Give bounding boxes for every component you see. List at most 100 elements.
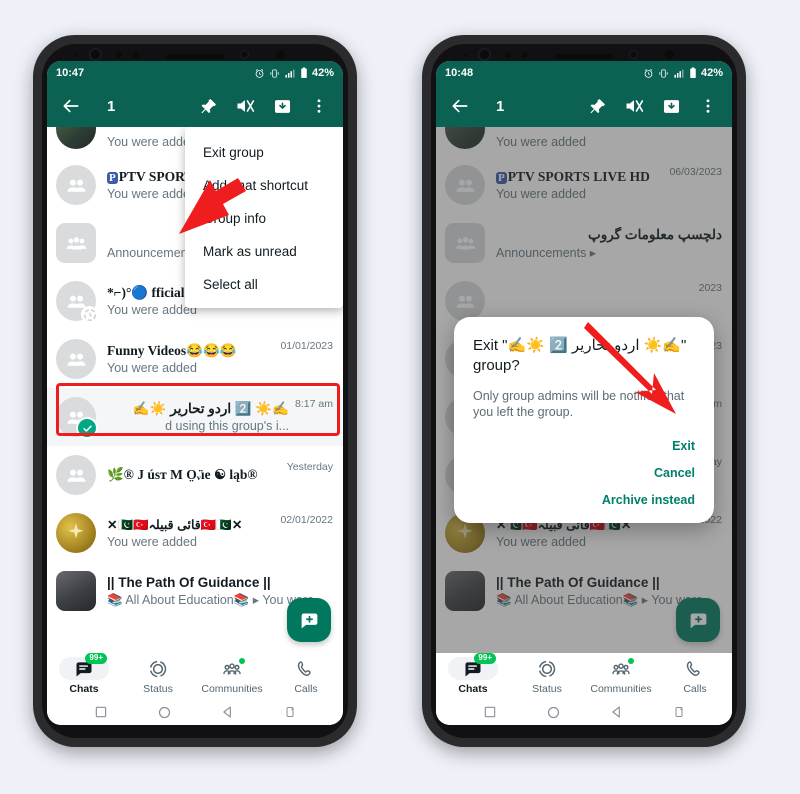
list-item-selected[interactable]: ✍️☀️ 2️⃣ اردو تحاریر ☀️✍️ d using this g… [47, 388, 343, 446]
rotate-icon[interactable] [673, 705, 685, 719]
list-item-time: Yesterday [286, 461, 333, 473]
selection-count: 1 [496, 97, 505, 115]
status-pill [133, 657, 183, 680]
menu-item-exit-group[interactable]: Exit group [185, 136, 343, 169]
status-bar: 10:47 42% [47, 61, 343, 85]
back-icon[interactable] [610, 705, 624, 719]
menu-item-group-info[interactable]: Group info [185, 202, 343, 235]
avatar [56, 223, 96, 263]
communities-pill [207, 657, 257, 680]
nav-item-status[interactable]: Status [510, 657, 584, 695]
avatar [56, 397, 98, 439]
list-item-text: ✍️☀️ 2️⃣ اردو تحاریر ☀️✍️ d using this g… [107, 401, 289, 433]
archive-icon[interactable] [657, 92, 685, 120]
bottom-navigation[interactable]: 99+ Chats Status Communities Calls [436, 653, 732, 699]
cancel-button[interactable]: Cancel [654, 466, 695, 480]
chats-pill: 99+ [59, 653, 109, 680]
selection-count: 1 [107, 97, 116, 115]
home-icon[interactable] [546, 705, 561, 720]
avatar [56, 455, 96, 495]
nav-item-communities[interactable]: Communities [195, 657, 269, 695]
list-item-time: 02/01/2022 [280, 514, 333, 526]
chat-list[interactable]: You were added PPTV SPORTS LIVE HD You w… [47, 127, 343, 653]
status-icon [149, 660, 167, 677]
calls-pill [670, 657, 720, 680]
recents-icon[interactable] [94, 705, 108, 719]
list-item-title: ✕🇵🇰🇹🇷قائی قبیلہ🇹🇷🇵🇰✕ [107, 518, 243, 532]
status-bar-time: 10:48 [445, 67, 474, 79]
menu-item-select-all[interactable]: Select all [185, 268, 343, 301]
menu-item-mark-as-unread[interactable]: Mark as unread [185, 235, 343, 268]
nav-label-calls: Calls [683, 683, 707, 695]
nav-label-chats: Chats [69, 683, 99, 695]
battery-percent: 42% [311, 67, 334, 79]
battery-icon [690, 67, 696, 78]
new-chat-fab[interactable] [287, 598, 331, 642]
nav-item-chats[interactable]: 99+ Chats [47, 653, 121, 695]
list-item-time: 01/01/2023 [280, 340, 333, 352]
battery-percent: 42% [700, 67, 723, 79]
chats-unread-badge: 99+ [85, 653, 107, 664]
home-icon[interactable] [157, 705, 172, 720]
chat-list[interactable]: You were added PPTV SPORTS LIVE HD You w… [436, 127, 732, 653]
system-navigation-bar[interactable] [436, 699, 732, 725]
overflow-dropdown-menu[interactable]: Exit group Add chat shortcut Group info … [185, 127, 343, 308]
list-item-time: 8:17 am [295, 398, 333, 410]
avatar [56, 127, 96, 149]
dialog-title: Exit "✍️☀️ 2️⃣ اردو تحاریر ☀️✍️" group? [473, 337, 687, 375]
screenshot-stage: 10:47 42% 1 You were added P PTV SPORTS … [0, 0, 800, 794]
status-bar-icons: 42% [254, 67, 334, 79]
back-arrow-icon[interactable] [57, 92, 85, 120]
right-phone-frame: 10:48 42% 1 You were added P PTV SPORTS … [422, 35, 746, 747]
list-item-text: 🌿® J úsт M O̤ᵥ̈ıe ☯ ląb® [107, 467, 281, 483]
dialog-body: Only group admins will be notified that … [473, 388, 685, 420]
recents-icon[interactable] [483, 705, 497, 719]
calls-pill [281, 657, 331, 680]
list-item-text: ✕🇵🇰🇹🇷قائی قبیلہ🇹🇷🇵🇰✕ You were added [107, 517, 274, 549]
bottom-bar: 99+ Chats Status Communities Calls [47, 653, 343, 725]
rotate-icon[interactable] [284, 705, 296, 719]
vibrate-icon [659, 68, 668, 78]
list-item-title: || The Path Of Guidance || [107, 574, 271, 590]
avatar [56, 281, 98, 323]
nav-item-calls[interactable]: Calls [269, 657, 343, 695]
back-arrow-icon[interactable] [446, 92, 474, 120]
archive-instead-button[interactable]: Archive instead [602, 493, 695, 507]
pin-icon[interactable] [583, 92, 611, 120]
overflow-menu-icon[interactable] [694, 92, 722, 120]
communities-dot-badge [628, 658, 634, 664]
nav-item-communities[interactable]: Communities [584, 657, 658, 695]
nav-label-chats: Chats [458, 683, 488, 695]
earpiece-speaker [555, 54, 613, 59]
overflow-menu-icon[interactable] [305, 92, 333, 120]
list-item[interactable]: ✕🇵🇰🇹🇷قائی قبیلہ🇹🇷🇵🇰✕ You were added 02/0… [47, 504, 343, 562]
front-camera-icon [89, 48, 102, 61]
chats-unread-badge: 99+ [474, 653, 496, 664]
list-item[interactable]: Funny Videos😂😂😂 You were added 01/01/202… [47, 330, 343, 388]
nav-item-calls[interactable]: Calls [658, 657, 732, 695]
nav-item-chats[interactable]: 99+ Chats [436, 653, 510, 695]
mute-icon[interactable] [620, 92, 648, 120]
status-bar-time: 10:47 [56, 67, 85, 79]
back-icon[interactable] [221, 705, 235, 719]
earpiece-speaker [166, 54, 224, 59]
selected-check-icon [76, 417, 98, 439]
mute-icon[interactable] [231, 92, 259, 120]
archive-icon[interactable] [268, 92, 296, 120]
exit-button[interactable]: Exit [672, 439, 695, 453]
bottom-navigation[interactable]: 99+ Chats Status Communities Calls [47, 653, 343, 699]
list-item[interactable]: 🌿® J úsт M O̤ᵥ̈ıe ☯ ląb® Yesterday [47, 446, 343, 504]
calls-icon [686, 660, 700, 676]
avatar [56, 165, 96, 205]
bottom-bar: 99+ Chats Status Communities Calls [436, 653, 732, 725]
nav-item-status[interactable]: Status [121, 657, 195, 695]
left-phone-frame: 10:47 42% 1 You were added P PTV SPORTS … [33, 35, 357, 747]
menu-item-add-chat-shortcut[interactable]: Add chat shortcut [185, 169, 343, 202]
exit-group-dialog: Exit "✍️☀️ 2️⃣ اردو تحاریر ☀️✍️" group? … [454, 317, 714, 524]
nav-label-communities: Communities [590, 683, 652, 695]
calls-icon [297, 660, 311, 676]
new-chat-icon [301, 613, 317, 628]
app-bar: 1 [47, 85, 343, 127]
system-navigation-bar[interactable] [47, 699, 343, 725]
pin-icon[interactable] [194, 92, 222, 120]
